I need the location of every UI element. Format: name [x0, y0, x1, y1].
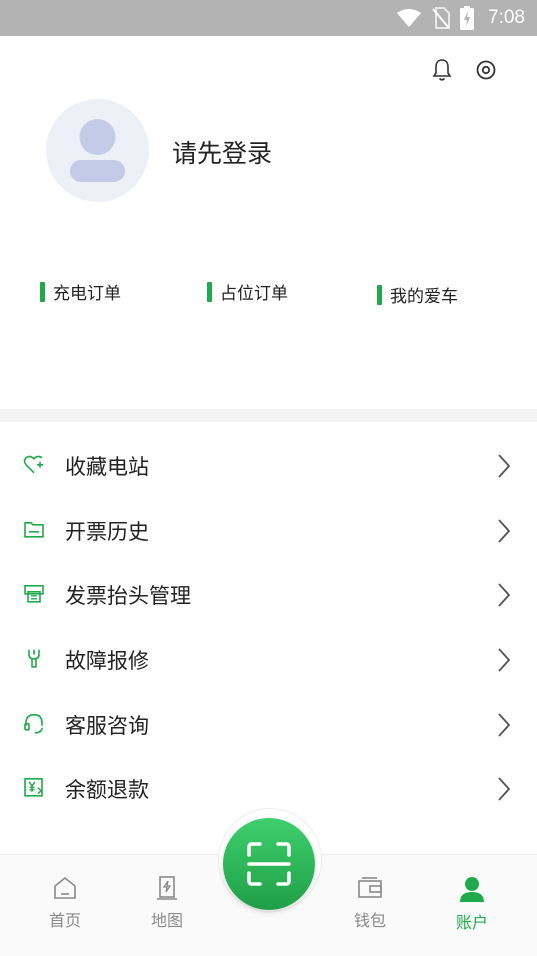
menu-item-label: 收藏电站 — [65, 455, 149, 480]
chevron-right-icon — [498, 777, 511, 801]
status-icons: 7:08 — [396, 0, 525, 36]
menu-item-invoice-history[interactable]: 开票历史 — [0, 499, 537, 564]
menu-item-invoice-title-management[interactable]: 发票抬头管理 — [0, 563, 537, 628]
login-prompt[interactable]: 请先登录 — [172, 134, 272, 170]
menu-item-label: 故障报修 — [65, 649, 149, 674]
quick-link-label: 占位订单 — [220, 284, 288, 304]
wifi-icon — [397, 9, 422, 27]
quick-link-parking-orders[interactable]: 占位订单 — [207, 279, 288, 304]
section-divider — [0, 409, 537, 422]
accent-bar — [207, 281, 212, 302]
status-time: 7:08 — [488, 7, 525, 28]
chevron-right-icon — [498, 648, 511, 672]
tab-account[interactable]: 账户 — [432, 875, 512, 933]
scan-icon — [247, 842, 291, 886]
tab-label: 账户 — [455, 913, 488, 932]
accent-bar — [377, 284, 382, 305]
heart-plus-icon — [23, 456, 43, 474]
wrench-icon — [28, 649, 40, 668]
menu-item-customer-service[interactable]: 客服咨询 — [0, 692, 537, 757]
tab-wallet[interactable]: 钱包 — [330, 875, 410, 931]
tab-label: 首页 — [48, 911, 81, 930]
accent-bar — [40, 281, 45, 302]
menu-item-label: 发票抬头管理 — [65, 584, 191, 609]
header-actions — [431, 58, 497, 82]
menu-list: 收藏电站 开票历史 发票抬头管理 故障报修 客服咨询 余额退款 — [0, 434, 537, 822]
quick-link-label: 我的爱车 — [390, 287, 458, 307]
printer-icon — [24, 585, 44, 604]
quick-link-my-car[interactable]: 我的爱车 — [377, 282, 458, 307]
wallet-icon — [358, 877, 382, 898]
tab-label: 钱包 — [353, 911, 386, 930]
yen-refund-icon — [24, 778, 43, 797]
quick-link-charging-orders[interactable]: 充电订单 — [40, 279, 121, 304]
menu-item-fault-repair[interactable]: 故障报修 — [0, 628, 537, 693]
no-sim-icon — [432, 7, 451, 29]
menu-item-label: 客服咨询 — [65, 713, 149, 738]
chevron-right-icon — [498, 519, 511, 543]
menu-item-label: 开票历史 — [65, 519, 149, 544]
status-bar: 7:08 — [0, 0, 537, 36]
tab-home[interactable]: 首页 — [25, 875, 105, 931]
home-icon — [54, 876, 76, 899]
person-icon — [460, 877, 484, 902]
settings-icon[interactable] — [475, 59, 497, 81]
quick-links: 充电订单 占位订单 我的爱车 — [0, 276, 537, 307]
chevron-right-icon — [498, 713, 511, 737]
bell-icon[interactable] — [431, 58, 453, 82]
quick-link-label: 充电订单 — [53, 284, 121, 304]
scan-button[interactable] — [223, 818, 315, 910]
tab-label: 地图 — [150, 911, 183, 930]
menu-item-favorite-stations[interactable]: 收藏电站 — [0, 434, 537, 499]
tab-map[interactable]: 地图 — [127, 875, 207, 931]
folder-icon — [24, 521, 44, 538]
menu-item-label: 余额退款 — [65, 778, 149, 803]
charging-pile-icon — [157, 876, 177, 900]
avatar[interactable] — [46, 99, 149, 202]
default-avatar-icon — [70, 119, 125, 182]
chevron-right-icon — [498, 454, 511, 478]
headset-icon — [24, 713, 43, 734]
chevron-right-icon — [498, 583, 511, 608]
battery-charging-icon — [460, 6, 475, 30]
